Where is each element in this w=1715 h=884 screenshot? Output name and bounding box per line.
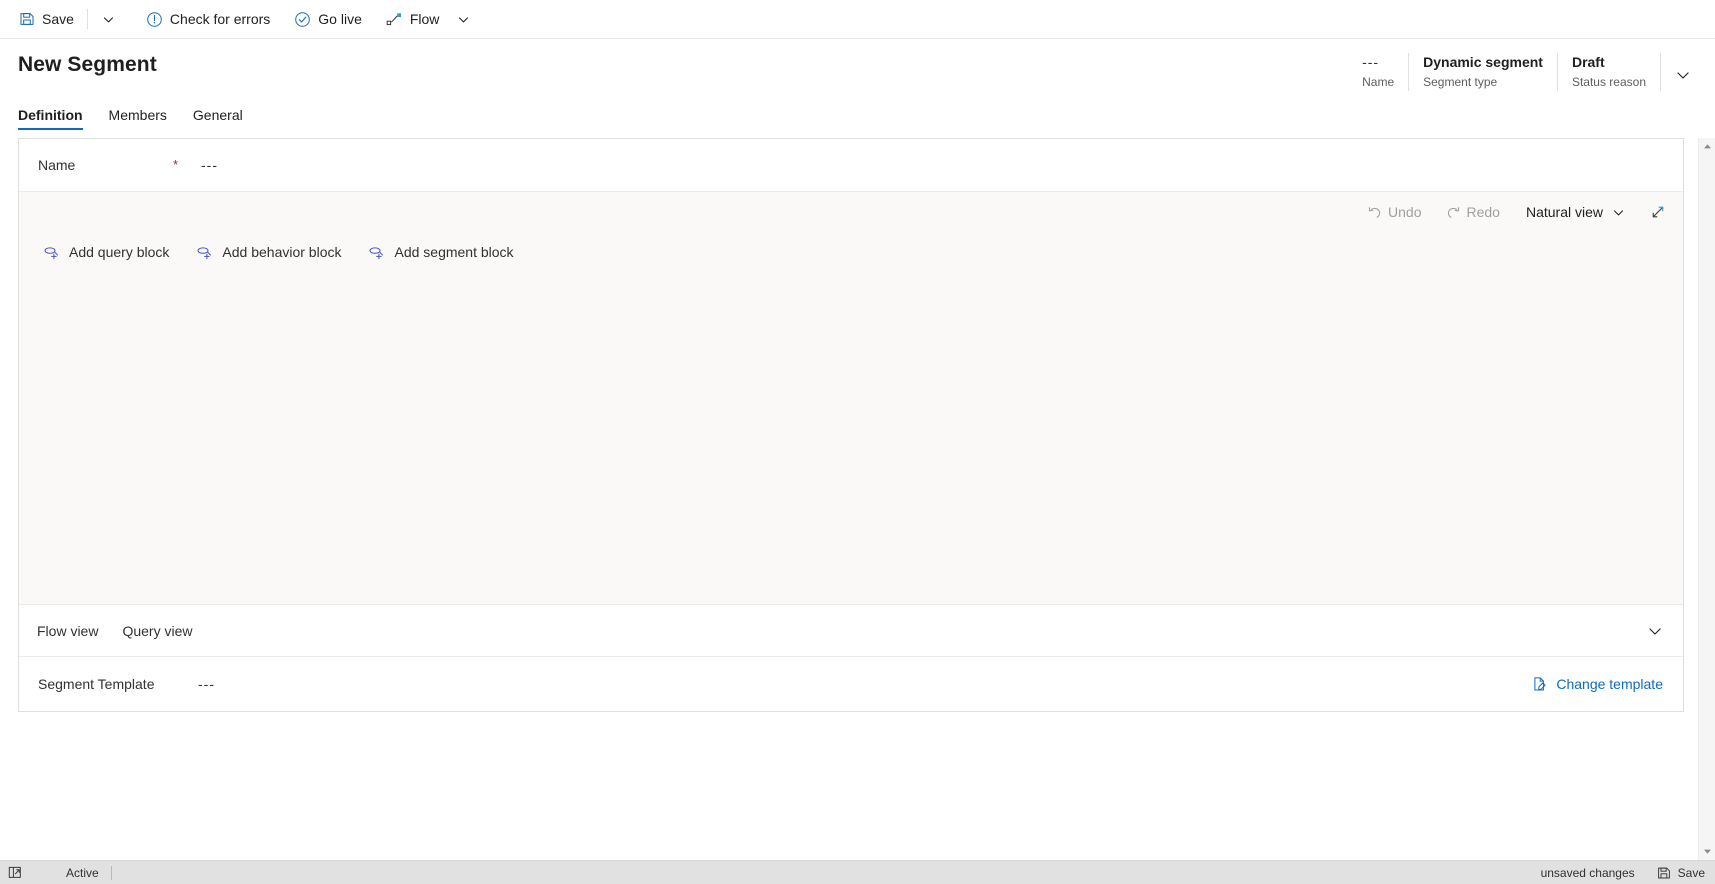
unsaved-changes-text: unsaved changes	[1540, 865, 1635, 880]
segment-editor-app: Save Check for errors Go live Flow New S…	[0, 0, 1715, 884]
view-mode-collapse-button[interactable]	[1639, 615, 1671, 647]
redo-button[interactable]: Redo	[1438, 197, 1508, 227]
scrollbar-down-button[interactable]	[1699, 843, 1715, 860]
popout-button[interactable]	[8, 866, 28, 879]
segment-template-value[interactable]: ---	[198, 676, 215, 692]
chevron-down-icon	[1675, 67, 1691, 83]
tab-general[interactable]: General	[184, 107, 252, 130]
header-collapse-button[interactable]	[1667, 59, 1699, 91]
status-bar-divider	[110, 865, 112, 880]
check-for-errors-label: Check for errors	[169, 11, 271, 27]
scrollbar-up-button[interactable]	[1699, 138, 1715, 155]
name-field-label: Name	[38, 157, 76, 173]
save-button-label: Save	[42, 11, 74, 27]
change-template-label: Change template	[1556, 676, 1663, 692]
edit-page-icon	[1532, 676, 1548, 692]
save-button[interactable]: Save	[10, 1, 83, 38]
add-segment-block-label: Add segment block	[394, 244, 514, 260]
save-icon	[1657, 866, 1671, 880]
error-circle-icon	[146, 11, 163, 28]
status-bar-right: unsaved changes Save	[1541, 866, 1705, 880]
save-options-button[interactable]	[92, 1, 125, 38]
header-field-status-reason-value: Draft	[1571, 54, 1605, 70]
add-segment-block-icon	[368, 245, 385, 260]
page-title: New Segment	[18, 53, 157, 76]
header-summary-fields: --- Name Dynamic segment Segment type Dr…	[1348, 53, 1699, 91]
chevron-down-icon	[1612, 206, 1625, 219]
tab-flow-view[interactable]: Flow view	[37, 623, 110, 639]
undo-icon	[1367, 205, 1382, 220]
flow-button[interactable]: Flow	[377, 1, 449, 38]
go-live-label: Go live	[318, 11, 362, 27]
status-bar: Active unsaved changes Save	[0, 860, 1715, 884]
go-live-button[interactable]: Go live	[285, 1, 371, 38]
header-field-segment-type-label: Segment type	[1423, 75, 1498, 89]
definition-tab-content: Name * --- Undo Redo Natural view Add qu…	[0, 138, 1698, 860]
header-field-segment-type: Dynamic segment Segment type	[1409, 53, 1558, 91]
chevron-down-icon	[457, 13, 470, 26]
redo-icon	[1446, 205, 1461, 220]
flow-options-button[interactable]	[448, 1, 479, 38]
canvas-block-actions: Add query block Add behavior block Add s…	[19, 232, 1683, 260]
status-bar-save-label: Save	[1677, 865, 1705, 880]
header-field-name-value: ---	[1362, 54, 1380, 70]
flow-label: Flow	[409, 11, 440, 27]
segment-canvas: Undo Redo Natural view Add query block A…	[19, 192, 1683, 605]
popout-icon	[8, 866, 22, 879]
record-state: Active	[66, 865, 99, 880]
canvas-toolbar: Undo Redo Natural view	[19, 192, 1683, 232]
add-segment-block-button[interactable]: Add segment block	[368, 244, 514, 260]
undo-button[interactable]: Undo	[1359, 197, 1429, 227]
page-scrollbar[interactable]	[1698, 138, 1715, 860]
page-header: New Segment --- Name Dynamic segment Seg…	[0, 39, 1715, 96]
add-query-block-button[interactable]: Add query block	[43, 244, 169, 260]
chevron-down-icon	[1647, 623, 1663, 639]
tab-bar: Definition Members General	[0, 96, 1715, 130]
canvas-empty-area[interactable]	[19, 260, 1683, 604]
triangle-up-icon	[1703, 143, 1712, 150]
tab-definition[interactable]: Definition	[18, 107, 92, 130]
header-field-name-label: Name	[1362, 75, 1395, 89]
header-field-segment-type-value: Dynamic segment	[1423, 54, 1543, 70]
add-behavior-block-button[interactable]: Add behavior block	[196, 244, 341, 260]
segment-template-row: Segment Template --- Change template	[19, 657, 1683, 711]
chevron-down-icon	[102, 13, 115, 26]
status-bar-save-button[interactable]: Save	[1657, 866, 1705, 880]
tab-query-view[interactable]: Query view	[110, 623, 204, 639]
tab-general-label: General	[192, 107, 243, 123]
add-query-block-icon	[43, 245, 60, 260]
header-field-status-reason: Draft Status reason	[1558, 53, 1661, 91]
tab-members-label: Members	[108, 107, 167, 123]
expand-diagonal-icon	[1650, 204, 1666, 220]
view-mode-dropdown[interactable]: Natural view	[1518, 197, 1633, 227]
name-field-row: Name * ---	[19, 139, 1683, 192]
view-mode-label: Natural view	[1525, 204, 1603, 220]
definition-card: Name * --- Undo Redo Natural view Add qu…	[18, 138, 1684, 712]
tab-members[interactable]: Members	[100, 107, 176, 130]
header-field-name: --- Name	[1348, 53, 1410, 91]
redo-label: Redo	[1466, 204, 1500, 220]
add-query-block-label: Add query block	[69, 244, 170, 260]
flow-icon	[386, 12, 403, 27]
tab-query-view-label: Query view	[122, 622, 193, 639]
tab-flow-view-label: Flow view	[37, 622, 99, 639]
tab-definition-label: Definition	[18, 107, 83, 123]
check-for-errors-button[interactable]: Check for errors	[137, 1, 279, 38]
view-mode-bar: Flow view Query view	[19, 605, 1683, 657]
check-circle-icon	[294, 11, 311, 28]
name-field-input[interactable]: ---	[201, 157, 218, 173]
segment-template-label: Segment Template	[38, 676, 155, 692]
page-body: Name * --- Undo Redo Natural view Add qu…	[0, 130, 1715, 860]
undo-label: Undo	[1388, 204, 1422, 220]
triangle-down-icon	[1703, 848, 1712, 855]
expand-canvas-button[interactable]	[1643, 197, 1673, 227]
change-template-button[interactable]: Change template	[1526, 672, 1669, 696]
save-icon	[19, 11, 35, 27]
command-bar-divider	[86, 9, 88, 29]
required-asterisk: *	[173, 157, 179, 172]
command-bar: Save Check for errors Go live Flow	[0, 0, 1715, 39]
add-behavior-block-label: Add behavior block	[222, 244, 342, 260]
add-behavior-block-icon	[196, 245, 213, 260]
header-field-status-reason-label: Status reason	[1571, 75, 1646, 89]
